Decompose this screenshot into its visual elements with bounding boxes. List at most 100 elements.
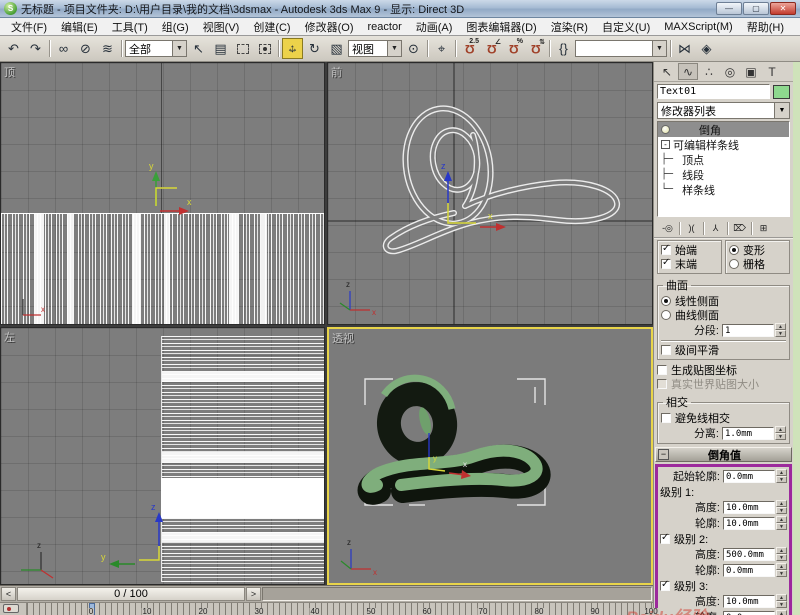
menu-item-2[interactable]: 编辑(E)	[54, 19, 105, 35]
percent-snap-icon[interactable]: Ω%	[503, 38, 524, 59]
tab-modify[interactable]: ∿	[678, 63, 698, 80]
segments-spinner-value[interactable]: 1	[722, 323, 774, 337]
selection-filter-dropdown[interactable]: 全部 ▼	[125, 40, 187, 57]
stack-item-2[interactable]: - 可编辑样条线	[658, 137, 789, 152]
select-and-manipulate-icon[interactable]: ⌖	[431, 38, 452, 59]
spinner-down-icon[interactable]: ▼	[776, 523, 787, 530]
spinner-up-icon[interactable]: ▲	[776, 469, 787, 476]
linear-sides-radio[interactable]	[661, 296, 671, 306]
expander-icon[interactable]: -	[661, 140, 670, 149]
spinner-up-icon[interactable]: ▲	[776, 516, 787, 523]
maximize-button[interactable]: ▢	[743, 2, 769, 15]
snap-toggle-icon[interactable]: Ω 2.5	[459, 38, 480, 59]
frame-display[interactable]: 0 / 100	[17, 587, 245, 601]
next-frame-button[interactable]: >	[246, 587, 261, 601]
spinner-down-icon[interactable]: ▼	[776, 554, 787, 561]
object-color-swatch[interactable]	[773, 84, 790, 99]
named-selection-sets-icon[interactable]: {}	[553, 38, 574, 59]
bevel-level-2-outline-spinner-value[interactable]: 0.0mm	[723, 563, 775, 577]
angle-snap-icon[interactable]: Ω ∠	[481, 38, 502, 59]
viewport-left[interactable]: 左 z y z	[0, 327, 325, 585]
stack-item-3[interactable]: ├─ 顶点	[658, 152, 789, 167]
viewport-front[interactable]: 前 z x z x	[327, 62, 653, 325]
bevel-level-3-height-spinner-value[interactable]: 10.0mm	[723, 594, 775, 608]
tab-display[interactable]: ▣	[741, 63, 761, 80]
track-bar[interactable]: 0 10 20 30 40 50 60 70 80 90 100	[0, 603, 659, 615]
minimize-button[interactable]: —	[716, 2, 742, 15]
bevel-level-1-outline-spinner-value[interactable]: 10.0mm	[723, 516, 775, 530]
close-button[interactable]: ✕	[770, 2, 796, 15]
spinner-down-icon[interactable]: ▼	[776, 570, 787, 577]
bevel-level-2-checkbox[interactable]	[660, 532, 670, 544]
menu-item-10[interactable]: 图表编辑器(D)	[459, 19, 543, 35]
stack-item-4[interactable]: ├─ 线段	[658, 167, 789, 182]
chevron-down-icon[interactable]: ▼	[652, 41, 666, 56]
pin-stack-button[interactable]: -◎	[659, 221, 676, 236]
bevel-level-1-height-spinner-value[interactable]: 10.0mm	[723, 500, 775, 514]
remove-modifier-button[interactable]: ⌦	[731, 221, 748, 236]
menu-item-6[interactable]: 创建(C)	[246, 19, 297, 35]
cap-start-checkbox[interactable]	[661, 243, 671, 255]
tab-create[interactable]: ↖	[657, 63, 677, 80]
spinner-up-icon[interactable]: ▲	[775, 323, 786, 330]
spinner-down-icon[interactable]: ▼	[776, 507, 787, 514]
named-selection-dropdown[interactable]: ▼	[575, 40, 667, 57]
menu-item-14[interactable]: 帮助(H)	[740, 19, 791, 35]
menu-item-12[interactable]: 自定义(U)	[595, 19, 657, 35]
modifier-list-dropdown[interactable]: 修改器列表 ▼	[657, 102, 790, 119]
bevel-level-3-outline-spinner-value[interactable]: 0.0mm	[723, 610, 775, 615]
use-pivot-point-center-icon[interactable]: ⊙	[403, 38, 424, 59]
spinner-snap-icon[interactable]: Ω ⇅	[525, 38, 546, 59]
grid-radio[interactable]	[729, 259, 739, 269]
key-filter-icon[interactable]	[3, 604, 19, 613]
menu-item-1[interactable]: 文件(F)	[4, 19, 54, 35]
menu-item-11[interactable]: 渲染(R)	[544, 19, 595, 35]
align-icon[interactable]: ◈	[696, 38, 717, 59]
make-unique-button[interactable]: ⅄	[707, 221, 724, 236]
bind-to-space-warp-icon[interactable]: ≋	[97, 38, 118, 59]
stack-item-5[interactable]: └─ 样条线	[658, 182, 789, 197]
tab-utilities[interactable]: T	[762, 63, 782, 80]
select-and-move-icon[interactable]: ↔ ↕	[282, 38, 303, 59]
object-name-field[interactable]	[657, 84, 770, 99]
bevel-level-2-height-spinner-value[interactable]: 500.0mm	[723, 547, 775, 561]
chevron-down-icon[interactable]: ▼	[172, 41, 186, 56]
separation-spinner-value[interactable]: 1.0mm	[722, 426, 774, 440]
spinner-up-icon[interactable]: ▲	[776, 563, 787, 570]
spinner-down-icon[interactable]: ▼	[775, 330, 786, 337]
chevron-down-icon[interactable]: ▼	[387, 41, 401, 56]
viewport-top[interactable]: 顶 y x x	[0, 62, 325, 325]
menu-item-13[interactable]: MAXScript(M)	[657, 21, 739, 33]
menu-item-3[interactable]: 工具(T)	[105, 19, 155, 35]
select-and-scale-icon[interactable]: ▧	[326, 38, 347, 59]
time-slider-track[interactable]	[262, 587, 652, 601]
spinner-down-icon[interactable]: ▼	[775, 433, 786, 440]
reference-coordinate-dropdown[interactable]: 视图 ▼	[348, 40, 402, 57]
menu-item-4[interactable]: 组(G)	[155, 19, 196, 35]
viewport-perspective[interactable]: 透视 y x z x	[327, 327, 653, 585]
keep-lines-from-crossing-checkbox[interactable]	[661, 413, 671, 423]
unlink-selection-icon[interactable]: ⊘	[75, 38, 96, 59]
tab-hierarchy[interactable]: ∴	[699, 63, 719, 80]
menu-item-9[interactable]: 动画(A)	[409, 19, 460, 35]
configure-modifier-sets-button[interactable]: ⊞	[755, 221, 772, 236]
undo-icon[interactable]: ↶	[3, 38, 24, 59]
lightbulb-icon[interactable]	[661, 125, 670, 134]
mirror-icon[interactable]: ⋈	[674, 38, 695, 59]
spinner-up-icon[interactable]: ▲	[776, 594, 787, 601]
spinner-down-icon[interactable]: ▼	[776, 601, 787, 608]
bevel-level-3-checkbox[interactable]	[660, 579, 670, 591]
spinner-down-icon[interactable]: ▼	[776, 476, 787, 483]
select-and-link-icon[interactable]: ∞	[53, 38, 74, 59]
select-object-icon[interactable]: ↖	[188, 38, 209, 59]
tab-motion[interactable]: ◎	[720, 63, 740, 80]
previous-frame-button[interactable]: <	[1, 587, 16, 601]
menu-item-8[interactable]: reactor	[361, 21, 409, 33]
track-bar-ruler[interactable]: 0 10 20 30 40 50 60 70 80 90 100	[26, 603, 659, 615]
morph-radio[interactable]	[729, 245, 739, 255]
redo-icon[interactable]: ↷	[25, 38, 46, 59]
curve-sides-radio[interactable]	[661, 310, 671, 320]
start-outline-spinner-value[interactable]: 0.0mm	[723, 469, 775, 483]
spinner-up-icon[interactable]: ▲	[776, 610, 787, 615]
window-crossing-icon[interactable]	[254, 38, 275, 59]
